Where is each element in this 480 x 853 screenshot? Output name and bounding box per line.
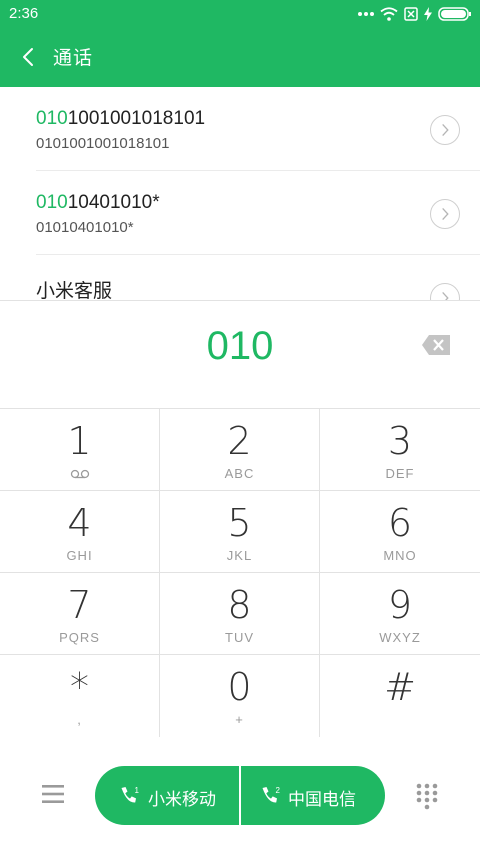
- key-digit: 2: [227, 419, 252, 463]
- match-rest: 1001001018101: [67, 108, 206, 129]
- more-dots-icon: [358, 12, 374, 16]
- list-item[interactable]: 01010401010* 01010401010*: [0, 171, 480, 255]
- key-letters: GHI: [66, 548, 93, 563]
- key-star[interactable]: * ,: [0, 655, 160, 737]
- list-item[interactable]: 0101001001018101 0101001001018101: [0, 87, 480, 171]
- key-hash[interactable]: #: [320, 655, 480, 737]
- key-letters: +: [235, 712, 244, 727]
- key-letters: WXYZ: [379, 630, 421, 645]
- contact-primary: 0101001001018101: [36, 108, 205, 130]
- dial-keypad: 1 2 ABC 3 DEF 4 GHI 5 JKL 6 MNO 7 PQRS 8…: [0, 408, 480, 738]
- dialpad-icon[interactable]: [415, 782, 439, 810]
- key-9[interactable]: 9 WXYZ: [320, 573, 480, 655]
- key-8[interactable]: 8 TUV: [160, 573, 320, 655]
- key-letters: DEF: [385, 466, 415, 481]
- chevron-right-icon[interactable]: [430, 115, 460, 145]
- app-header: 通话: [0, 28, 480, 87]
- phone-icon: 2: [262, 786, 281, 803]
- list-item[interactable]: 小米客服: [0, 255, 480, 300]
- call-sim1-button[interactable]: 1 小米移动: [95, 766, 240, 825]
- call-sim1-label: 小米移动: [148, 790, 216, 810]
- contact-suggestion-list[interactable]: 0101001001018101 0101001001018101 010104…: [0, 87, 480, 300]
- match-rest: 小米客服: [36, 281, 113, 300]
- key-letters: TUV: [225, 630, 254, 645]
- match-highlight: 010: [36, 108, 68, 129]
- key-digit: #: [384, 665, 416, 709]
- contact-primary: 小米客服: [36, 276, 112, 300]
- status-time: 2:36: [9, 5, 39, 22]
- key-digit: 8: [227, 583, 252, 627]
- key-digit: 3: [387, 419, 413, 463]
- dialed-number: 010: [206, 324, 274, 368]
- key-3[interactable]: 3 DEF: [320, 409, 480, 491]
- status-icons: [358, 4, 472, 24]
- key-4[interactable]: 4 GHI: [0, 491, 160, 573]
- battery-icon: [438, 7, 471, 21]
- sim-badge: 2: [276, 786, 281, 795]
- contact-primary: 01010401010*: [36, 192, 160, 214]
- page-title: 通话: [53, 47, 94, 69]
- key-5[interactable]: 5 JKL: [160, 491, 320, 573]
- wifi-icon: [380, 7, 398, 21]
- key-letters: PQRS: [59, 630, 100, 645]
- phone-icon: 1: [121, 786, 140, 803]
- key-digit: 1: [67, 419, 92, 463]
- sim-badge: 1: [135, 786, 140, 795]
- dialed-number-display: 010: [0, 300, 480, 408]
- status-bar: 2:36: [0, 0, 480, 28]
- call-button-group: 1 小米移动 2 中国电信: [95, 766, 385, 825]
- match-highlight: 010: [36, 192, 68, 213]
- key-letters: ABC: [224, 466, 255, 481]
- chevron-right-icon[interactable]: [430, 283, 460, 300]
- key-digit: 9: [387, 583, 413, 627]
- key-6[interactable]: 6 MNO: [320, 491, 480, 573]
- menu-icon[interactable]: [40, 783, 66, 805]
- key-digit: *: [70, 665, 89, 709]
- charging-icon: [424, 7, 432, 21]
- contact-number: 01010401010*: [36, 219, 134, 236]
- key-digit: 6: [387, 501, 413, 545]
- key-digit: 7: [67, 583, 92, 627]
- key-digit: 0: [227, 665, 252, 709]
- key-0[interactable]: 0 +: [160, 655, 320, 737]
- back-icon[interactable]: [18, 45, 40, 69]
- key-1[interactable]: 1: [0, 409, 160, 491]
- match-rest: 10401010*: [67, 192, 160, 213]
- key-letters: JKL: [226, 548, 253, 563]
- key-7[interactable]: 7 PQRS: [0, 573, 160, 655]
- key-digit: 4: [67, 501, 92, 545]
- key-letters: MNO: [383, 548, 417, 563]
- chevron-right-icon[interactable]: [430, 199, 460, 229]
- contact-number: 0101001001018101: [36, 135, 170, 152]
- key-letters: ,: [77, 712, 82, 727]
- no-sim-icon: [404, 7, 418, 21]
- bottom-action-bar: 1 小米移动 2 中国电信: [0, 738, 480, 853]
- call-sim2-label: 中国电信: [288, 790, 356, 810]
- call-sim2-button[interactable]: 2 中国电信: [240, 766, 385, 825]
- backspace-icon[interactable]: [421, 334, 451, 356]
- voicemail-icon: [70, 469, 90, 479]
- key-2[interactable]: 2 ABC: [160, 409, 320, 491]
- key-digit: 5: [227, 501, 252, 545]
